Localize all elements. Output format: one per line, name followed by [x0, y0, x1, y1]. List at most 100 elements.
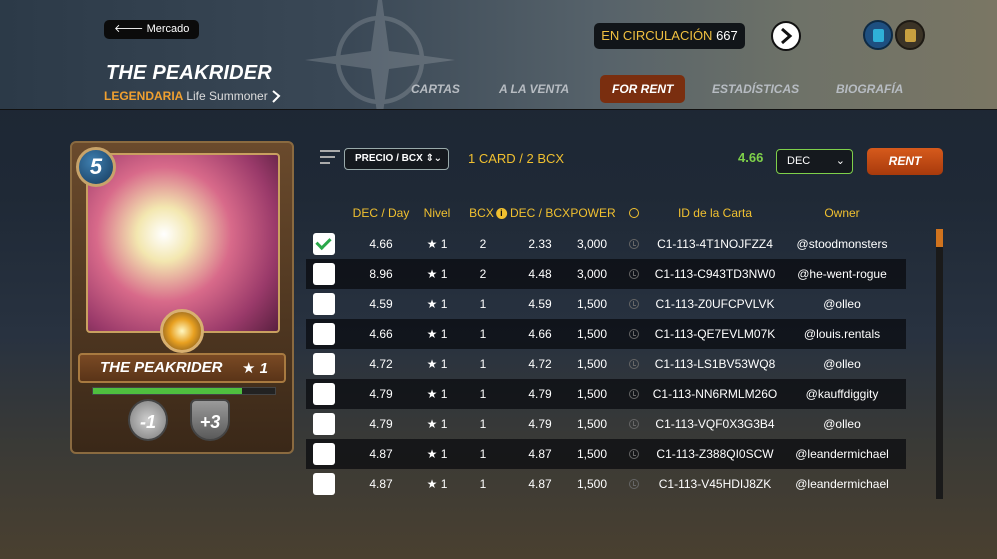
cell-bcx: 2	[479, 267, 487, 281]
clock-icon[interactable]	[629, 208, 639, 218]
cell-card-id: C1-113-Z0UFCPVLVK	[655, 297, 775, 311]
tab-for-rent[interactable]: FOR RENT	[600, 75, 686, 103]
cell-dec-day: 4.59	[369, 297, 393, 311]
row-select-checkbox[interactable]	[313, 293, 335, 315]
cell-level: ★ 1	[426, 237, 448, 251]
currency-select[interactable]: DEC ⌄	[776, 149, 853, 174]
table-scrollbar[interactable]	[936, 229, 943, 499]
table-row[interactable]: 4.72 ★ 1 1 4.72 1,500 C1-113-LS1BV53WQ8 @olleo	[306, 349, 906, 379]
tab-cards[interactable]: CARTAS	[411, 75, 460, 103]
rent-button[interactable]: RENT	[867, 148, 943, 175]
cell-level: ★ 1	[426, 477, 448, 491]
col-card-id[interactable]: ID de la Carta	[678, 206, 752, 220]
row-select-checkbox[interactable]	[313, 353, 335, 375]
row-select-checkbox[interactable]	[313, 233, 335, 255]
table-row[interactable]: 4.79 ★ 1 1 4.79 1,500 C1-113-VQF0X3G3B4 @olleo	[306, 409, 906, 439]
cell-level: ★ 1	[426, 327, 448, 341]
scrollbar-thumb[interactable]	[936, 229, 943, 247]
clock-icon	[629, 329, 639, 339]
table-row[interactable]: 4.66 ★ 1 2 2.33 3,000 C1-113-4T1NOJFZZ4 @stood…	[306, 229, 906, 259]
cell-level: ★ 1	[426, 387, 448, 401]
tab-for-sale[interactable]: A LA VENTA	[499, 75, 569, 103]
tab-statistics[interactable]: ESTADÍSTICAS	[712, 75, 799, 103]
cell-dec-bcx: 4.48	[528, 267, 552, 281]
table-row[interactable]: 4.87 ★ 1 1 4.87 1,500 C1-113-Z388QI0SCW @leand…	[306, 439, 906, 469]
row-select-checkbox[interactable]	[313, 413, 335, 435]
card-level-label: ★ 1	[242, 360, 268, 377]
cell-owner[interactable]: @olleo	[823, 417, 861, 431]
arrow-left-icon: 🡐	[114, 23, 147, 35]
cell-bcx: 1	[479, 417, 487, 431]
cell-level: ★ 1	[426, 297, 448, 311]
row-select-checkbox[interactable]	[313, 263, 335, 285]
cell-dec-day: 4.72	[369, 357, 393, 371]
cell-owner[interactable]: @olleo	[823, 357, 861, 371]
col-owner[interactable]: Owner	[824, 206, 859, 220]
cell-card-id: C1-113-4T1NOJFZZ4	[657, 237, 773, 251]
total-price: 4.66	[738, 150, 764, 165]
col-bcx[interactable]: BCX i	[469, 206, 507, 220]
edition-alpha-button[interactable]	[863, 20, 893, 50]
clock-icon	[629, 359, 639, 369]
filter-icon[interactable]	[320, 150, 340, 166]
col-power[interactable]: POWER	[570, 206, 615, 220]
table-row[interactable]: 4.79 ★ 1 1 4.79 1,500 C1-113-NN6RMLM26O @kauff…	[306, 379, 906, 409]
col-level[interactable]: Nivel	[424, 206, 451, 220]
cell-dec-day: 4.87	[369, 447, 393, 461]
cell-dec-bcx: 4.66	[528, 327, 552, 341]
cell-dec-bcx: 4.79	[528, 387, 552, 401]
cell-card-id: C1-113-QE7EVLM07K	[654, 327, 776, 341]
row-select-checkbox[interactable]	[313, 383, 335, 405]
card-artwork	[86, 153, 280, 333]
table-row[interactable]: 8.96 ★ 1 2 4.48 3,000 C1-113-C943TD3NW0 @he-we…	[306, 259, 906, 289]
cell-owner[interactable]: @kauffdiggity	[806, 387, 879, 401]
cell-level: ★ 1	[426, 417, 448, 431]
level-progress-fill	[93, 388, 243, 394]
cell-dec-day: 4.79	[369, 387, 393, 401]
cell-owner[interactable]: @olleo	[823, 297, 861, 311]
row-select-checkbox[interactable]	[313, 473, 335, 495]
table-row[interactable]: 4.59 ★ 1 1 4.59 1,500 C1-113-Z0UFCPVLVK @olleo	[306, 289, 906, 319]
table-header: DEC / Day Nivel BCX i DEC / BCX POWER ID …	[306, 203, 906, 223]
cell-dec-day: 8.96	[369, 267, 393, 281]
cell-owner[interactable]: @louis.rentals	[804, 327, 880, 341]
splinterlands-logo-icon	[781, 27, 793, 45]
splinterlands-logo-button[interactable]	[771, 21, 801, 51]
cell-power: 1,500	[576, 357, 608, 371]
cell-bcx: 1	[479, 297, 487, 311]
cell-card-id: C1-113-V45HDIJ8ZK	[658, 477, 772, 491]
table-row[interactable]: 4.87 ★ 1 1 4.87 1,500 C1-113-V45HDIJ8ZK @leand…	[306, 469, 906, 499]
col-dec-bcx[interactable]: DEC / BCX	[510, 206, 570, 220]
sort-select[interactable]: PRECIO / BCX ⇕ ⌄	[344, 148, 449, 170]
splinterlands-logo-icon	[272, 89, 281, 103]
cell-bcx: 1	[479, 327, 487, 341]
cell-owner[interactable]: @leandermichael	[795, 477, 889, 491]
row-select-checkbox[interactable]	[313, 443, 335, 465]
card-name-label: THE PEAKRIDER	[100, 359, 223, 376]
col-dec-day[interactable]: DEC / Day	[353, 206, 410, 220]
attack-modifier-badge: -1	[128, 399, 168, 441]
cell-owner[interactable]: @he-went-rogue	[797, 267, 887, 281]
tab-biography[interactable]: BIOGRAFÍA	[836, 75, 903, 103]
cell-owner[interactable]: @stoodmonsters	[797, 237, 888, 251]
clock-icon	[629, 239, 639, 249]
cell-bcx: 1	[479, 477, 487, 491]
clock-icon	[629, 389, 639, 399]
clock-icon	[629, 419, 639, 429]
table-row[interactable]: 4.66 ★ 1 1 4.66 1,500 C1-113-QE7EVLM07K @louis…	[306, 319, 906, 349]
edition-gold-button[interactable]	[895, 20, 925, 50]
cell-level: ★ 1	[426, 357, 448, 371]
cell-dec-bcx: 4.79	[528, 417, 552, 431]
cell-bcx: 1	[479, 447, 487, 461]
card-subtitle: LEGENDARIA Life Summoner	[104, 89, 281, 103]
cell-bcx: 2	[479, 237, 487, 251]
row-select-checkbox[interactable]	[313, 323, 335, 345]
cell-card-id: C1-113-NN6RMLM26O	[652, 387, 778, 401]
back-to-market-button[interactable]: 🡐 Mercado	[104, 20, 200, 39]
cell-card-id: C1-113-Z388QI0SCW	[656, 447, 774, 461]
cell-dec-day: 4.79	[369, 417, 393, 431]
page-header: 🡐 Mercado THE PEAKRIDER LEGENDARIA Life …	[0, 0, 997, 110]
cell-owner[interactable]: @leandermichael	[795, 447, 889, 461]
cell-power: 3,000	[576, 237, 608, 251]
cell-bcx: 1	[479, 357, 487, 371]
